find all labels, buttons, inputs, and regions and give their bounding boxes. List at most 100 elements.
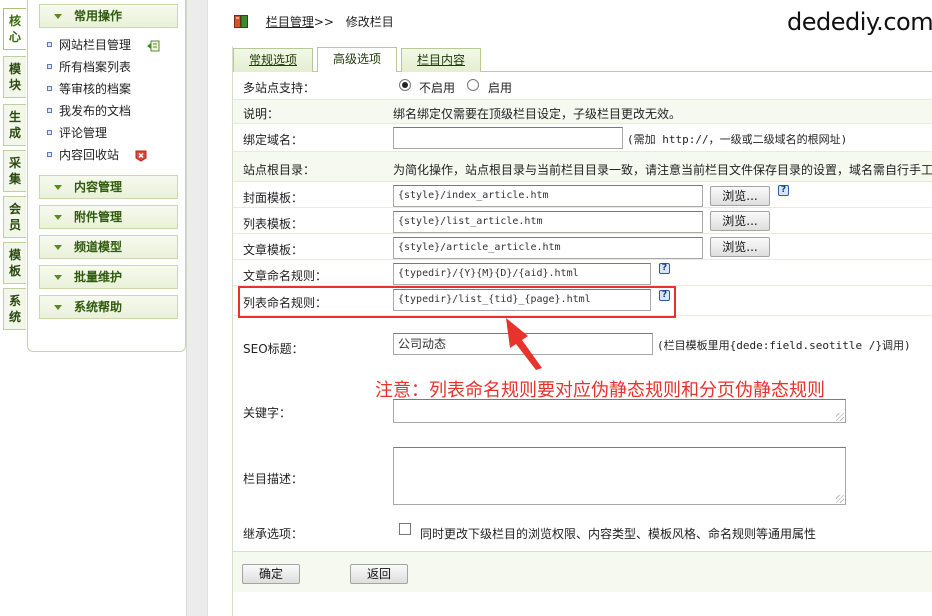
vtab-system[interactable]: 系统 (3, 288, 26, 330)
menu-item-pending-archives[interactable]: 等审核的档案 (46, 79, 131, 99)
annotation-text: 注意：列表命名规则要对应伪静态规则和分页伪静态规则 (375, 380, 825, 401)
article-template-label: 文章模板： (243, 243, 304, 257)
list-template-browse-button[interactable]: 浏览... (710, 211, 770, 231)
article-naming-rule-input[interactable]: {typedir}/{Y}{M}{D}/{aid}.html (393, 263, 651, 285)
row-bind-domain: 绑定域名： (需加 http://，一级或二级域名的根网址) (233, 124, 932, 152)
chevron-down-icon (54, 185, 62, 190)
row-article-template: 文章模板： {style}/article_article.htm 浏览... (233, 234, 932, 260)
menu-item-my-docs[interactable]: 我发布的文档 (46, 101, 131, 121)
keywords-label: 关键字： (243, 406, 292, 420)
chevron-down-icon (54, 215, 62, 220)
vtab-label: 生成 (8, 110, 21, 140)
back-button[interactable]: 返回 (350, 564, 408, 584)
bind-domain-note: (需加 http://，一级或二级域名的根网址) (627, 133, 848, 146)
menu-section-attachment[interactable]: 附件管理 (39, 205, 178, 229)
menu-section-batch[interactable]: 批量维护 (39, 265, 178, 289)
vtab-label: 系统 (8, 294, 21, 324)
bullet-icon (47, 108, 52, 113)
vtab-member[interactable]: 会员 (3, 196, 26, 238)
bind-domain-label: 绑定域名： (243, 133, 304, 147)
inherit-checkbox[interactable] (399, 523, 411, 535)
edit-category-form: 常规选项 高级选项 栏目内容 多站点支持： 不启用 启用 说明： 绑名绑定仅需要… (232, 46, 932, 616)
index-template-browse-button[interactable]: 浏览... (710, 186, 770, 206)
book-icon (234, 15, 248, 28)
tab-label: 常规选项 (248, 53, 297, 67)
keywords-textarea[interactable] (393, 399, 846, 423)
inherit-label: 继承选项： (243, 527, 304, 541)
annotation-highlight-box (238, 286, 676, 318)
menu-section-label: 批量维护 (74, 270, 123, 284)
resize-grip-icon[interactable] (836, 495, 844, 503)
menu-item-recycle-bin[interactable]: 内容回收站 (46, 145, 147, 165)
index-template-input[interactable]: {style}/index_article.htm (393, 185, 703, 207)
menu-item-label: 网站栏目管理 (59, 38, 132, 52)
resize-grip-icon[interactable] (836, 413, 844, 421)
menu-item-label: 内容回收站 (59, 148, 120, 162)
menu-section-content[interactable]: 内容管理 (39, 175, 178, 199)
confirm-button[interactable]: 确定 (242, 564, 300, 584)
bullet-icon (47, 42, 52, 47)
row-list-template: 列表模板： {style}/list_article.htm 浏览... (233, 208, 932, 234)
empty-trash-icon[interactable] (135, 150, 147, 162)
frame-splitter[interactable] (186, 0, 208, 616)
menu-item-all-archives[interactable]: 所有档案列表 (46, 57, 131, 77)
menu-section-label: 附件管理 (74, 210, 123, 224)
vtab-collect[interactable]: 采集 (3, 150, 26, 192)
multisite-label: 多站点支持： (243, 81, 316, 95)
row-seo-title: SEO标题： 公司动态 (栏目模板里用{dede:field.seotitle … (233, 316, 932, 376)
tab-general[interactable]: 常规选项 (233, 48, 313, 72)
menu-section-label: 系统帮助 (74, 300, 123, 314)
row-site-root: 站点根目录： 为简化操作，站点根目录与当前栏目目录一致，请注意当前栏目文件保存目… (233, 152, 932, 182)
vtab-generate[interactable]: 生成 (3, 104, 26, 146)
add-category-icon[interactable] (146, 40, 160, 52)
vtab-core[interactable]: 核心 (3, 8, 26, 50)
annotation-arrow-icon (506, 318, 542, 370)
module-tabs: 核心 模块 生成 采集 会员 模板 系统 (0, 0, 27, 616)
row-description: 说明： 绑名绑定仅需要在顶级栏目设定，子级栏目更改无效。 (233, 100, 932, 124)
row-index-template: 封面模板： {style}/index_article.htm 浏览... ? (233, 182, 932, 208)
vtab-label: 采集 (8, 156, 21, 186)
chevron-down-icon (54, 275, 62, 280)
seo-title-note: (栏目模板里用{dede:field.seotitle /}调用) (657, 339, 911, 352)
category-description-label: 栏目描述： (243, 472, 304, 486)
vtab-label: 模块 (8, 62, 21, 92)
vtab-template[interactable]: 模板 (3, 242, 26, 284)
multisite-off-radio[interactable] (399, 79, 411, 91)
row-inherit: 继承选项： 同时更改下级栏目的浏览权限、内容类型、模板风格、命名规则等通用属性 (233, 512, 932, 552)
menu-item-comments[interactable]: 评论管理 (46, 123, 107, 143)
vtab-label: 会员 (8, 202, 21, 232)
bind-domain-input[interactable] (393, 127, 623, 149)
help-icon[interactable]: ? (778, 185, 789, 196)
article-template-input[interactable]: {style}/article_article.htm (393, 237, 703, 259)
bullet-icon (47, 64, 52, 69)
bullet-icon (47, 86, 52, 91)
multisite-on-label: 启用 (488, 81, 513, 95)
multisite-off-label: 不启用 (419, 81, 456, 95)
article-template-browse-button[interactable]: 浏览... (710, 237, 770, 257)
menu-item-category-manage[interactable]: 网站栏目管理 (46, 35, 160, 55)
description-text: 绑名绑定仅需要在顶级栏目设定，子级栏目更改无效。 (393, 107, 682, 121)
tab-content[interactable]: 栏目内容 (401, 48, 481, 72)
vtab-module[interactable]: 模块 (3, 56, 26, 98)
form-tabs: 常规选项 高级选项 栏目内容 (233, 46, 932, 72)
watermark-text: dedediy.com (787, 8, 932, 36)
index-template-label: 封面模板： (243, 191, 304, 205)
menu-item-label: 所有档案列表 (59, 60, 132, 74)
multisite-on-radio[interactable] (467, 79, 479, 91)
help-icon[interactable]: ? (659, 263, 670, 274)
category-description-textarea[interactable] (393, 447, 846, 505)
breadcrumb-parent-link[interactable]: 栏目管理 (266, 15, 314, 29)
row-multisite: 多站点支持： 不启用 启用 (233, 73, 932, 100)
list-template-label: 列表模板： (243, 217, 304, 231)
tab-label: 高级选项 (332, 52, 381, 66)
vtab-label: 模板 (8, 248, 21, 278)
form-footer: 确定 返回 (233, 552, 932, 592)
menu-section-label: 内容管理 (74, 180, 123, 194)
menu-section-channel-model[interactable]: 频道模型 (39, 235, 178, 259)
list-template-input[interactable]: {style}/list_article.htm (393, 211, 703, 233)
row-article-naming-rule: 文章命名规则： {typedir}/{Y}{M}{D}/{aid}.html ? (233, 260, 932, 286)
menu-section-help[interactable]: 系统帮助 (39, 295, 178, 319)
bullet-icon (47, 130, 52, 135)
tab-advanced[interactable]: 高级选项 (317, 47, 397, 72)
menu-section-common[interactable]: 常用操作 (39, 4, 178, 28)
